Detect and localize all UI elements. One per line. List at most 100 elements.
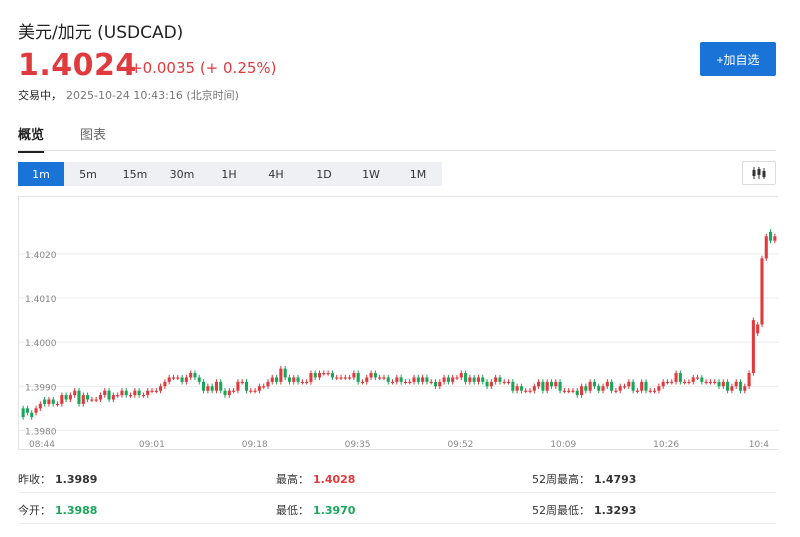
candle-body	[627, 381, 631, 387]
interval-1d[interactable]: 1D	[301, 162, 347, 186]
candle-body	[601, 386, 605, 391]
stats-table: 昨收： 1.3989 最高： 1.4028 52周最高： 1.4793 今开： 1.39…	[18, 462, 776, 524]
candle-body	[472, 377, 476, 382]
stat-52w-high: 52周最高： 1.4793	[532, 471, 636, 487]
candle-body	[433, 381, 438, 387]
candle-body	[189, 373, 193, 378]
candle-body	[120, 390, 124, 396]
interval-5m[interactable]: 5m	[65, 162, 111, 186]
add-to-watchlist-button[interactable]: +加自选	[700, 42, 776, 76]
candle-body	[64, 395, 68, 400]
candle-body	[494, 377, 498, 382]
candle-body	[554, 381, 558, 387]
candle-body	[150, 390, 154, 392]
x-tick-label: 09:52	[447, 440, 473, 450]
candle-body	[391, 381, 395, 384]
candle-body	[73, 390, 77, 396]
candle-body	[202, 381, 206, 391]
candle-body	[773, 236, 777, 241]
y-tick-label: 1.4020	[25, 251, 57, 261]
candle-body	[549, 381, 554, 387]
candle-body	[524, 390, 528, 392]
candle-body	[640, 381, 644, 391]
stat-prev-close: 昨收： 1.3989	[18, 471, 97, 487]
candle-body	[38, 403, 42, 409]
candle-body	[584, 386, 588, 391]
candle-body	[244, 381, 249, 391]
candle-body	[348, 377, 352, 379]
candle-body	[283, 368, 287, 378]
candle-body	[197, 377, 201, 382]
candle-body	[47, 399, 51, 404]
interval-30m[interactable]: 30m	[159, 162, 205, 186]
candle-body	[159, 386, 163, 391]
interval-15m[interactable]: 15m	[112, 162, 158, 186]
candle-body	[485, 381, 489, 387]
candle-body	[369, 373, 373, 378]
candle-body	[691, 377, 695, 382]
candle-body	[236, 381, 240, 391]
stat-value: 1.3293	[594, 504, 637, 517]
candle-body	[253, 390, 257, 392]
instrument-title: 美元/加元 (USDCAD)	[18, 23, 184, 43]
candle-body	[34, 408, 38, 413]
interval-1m[interactable]: 1m	[18, 162, 64, 186]
candle-body	[240, 381, 244, 384]
candle-body	[176, 377, 180, 379]
candle-body	[674, 373, 678, 382]
candle-body	[588, 381, 592, 391]
chart-type-toggle[interactable]	[742, 161, 776, 185]
candle-body	[708, 381, 712, 384]
candle-body	[137, 390, 141, 396]
candle-body	[270, 377, 274, 382]
candle-body	[695, 377, 700, 379]
y-tick-label: 1.3990	[25, 383, 57, 393]
candle-body	[249, 390, 253, 392]
candle-body	[734, 381, 738, 387]
candle-body	[515, 386, 519, 391]
candle-body	[683, 381, 687, 384]
price-chart[interactable]: 1.4020 1.4010 1.4000 1.3990 1.3980 08:44 09:01…	[18, 196, 779, 450]
candle-body	[468, 377, 472, 382]
candle-body	[605, 381, 609, 387]
candle-body	[227, 390, 231, 396]
stat-value: 1.4028	[313, 473, 356, 486]
candle-body	[313, 373, 317, 378]
x-tick-label: 09:01	[139, 440, 165, 450]
candle-body	[592, 381, 596, 387]
candle-body	[743, 386, 747, 391]
interval-4h[interactable]: 4H	[253, 162, 299, 186]
stat-value: 1.3989	[55, 473, 98, 486]
candle-body	[360, 381, 365, 384]
candle-body	[262, 386, 266, 388]
candle-body	[206, 386, 210, 391]
candle-body	[502, 381, 506, 384]
stat-value: 1.3988	[55, 504, 98, 517]
candle-body	[519, 386, 523, 391]
tab-chart[interactable]: 图表	[80, 124, 106, 143]
candle-body	[257, 386, 261, 391]
candle-body	[21, 408, 25, 418]
candle-body	[373, 373, 377, 378]
candle-body	[653, 390, 657, 392]
candle-body	[678, 373, 682, 382]
candle-body	[309, 373, 313, 382]
candle-body	[635, 390, 639, 392]
candle-body	[687, 381, 691, 384]
stat-value: 1.4793	[594, 473, 637, 486]
interval-1h[interactable]: 1H	[206, 162, 252, 186]
candle-body	[43, 399, 47, 404]
x-tick-label: 08:44	[29, 440, 55, 450]
candle-body	[747, 373, 751, 387]
stat-label: 52周最高：	[532, 473, 590, 486]
candle-body	[597, 386, 601, 391]
quote-timestamp: 2025-10-24 10:43:16 (北京时间)	[66, 89, 239, 102]
interval-1mo[interactable]: 1M	[395, 162, 441, 186]
candle-body	[730, 386, 734, 391]
candle-body	[163, 381, 167, 387]
candle-body	[657, 386, 661, 391]
candle-body	[141, 395, 145, 397]
tab-overview[interactable]: 概览	[18, 124, 45, 153]
interval-1w[interactable]: 1W	[348, 162, 394, 186]
stats-row: 今开： 1.3988 最低： 1.3970 52周最低： 1.3293	[18, 493, 776, 524]
